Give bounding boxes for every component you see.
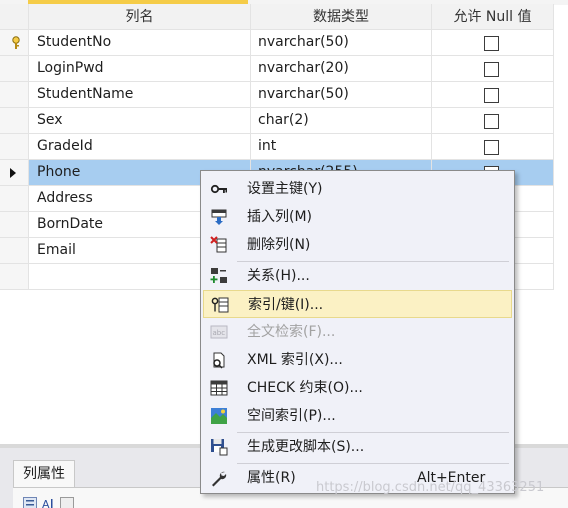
alphabetical-icon[interactable]: A: [41, 497, 55, 508]
menu-item-label: 空间索引(P)...: [247, 408, 336, 424]
allow-null-cell: [432, 30, 554, 56]
row-selector-header: [0, 4, 29, 30]
property-pages-icon[interactable]: [60, 497, 74, 508]
menu-item-insert-column[interactable]: 插入列(M): [203, 203, 512, 231]
svg-text:abc: abc: [213, 329, 226, 337]
relationships-icon: [210, 268, 227, 283]
table-row[interactable]: StudentName nvarchar(50): [0, 82, 568, 108]
allow-null-checkbox[interactable]: [484, 88, 499, 103]
row-selector[interactable]: [0, 238, 29, 264]
menu-item-label: 插入列(M): [247, 209, 313, 225]
watermark-text: https://blog.csdn.net/qq_43363251: [316, 480, 545, 495]
categorized-icon[interactable]: [23, 497, 37, 508]
menu-item-relationships[interactable]: 关系(H)...: [203, 262, 512, 290]
column-name-cell[interactable]: StudentName: [29, 82, 251, 108]
current-row-arrow-icon: [10, 168, 16, 178]
context-menu: 设置主键(Y) 插入列(M) 删除列(N) 关系(H)... 索引/键(I)..…: [200, 170, 515, 494]
row-selector[interactable]: [0, 30, 29, 56]
column-name-header: 列名: [29, 4, 251, 30]
menu-item-label: CHECK 约束(O)...: [247, 380, 363, 396]
primary-key-icon: [210, 184, 227, 194]
grid-header-row: 列名 数据类型 允许 Null 值: [0, 4, 568, 30]
insert-column-icon: [211, 209, 227, 225]
allow-null-checkbox[interactable]: [484, 36, 499, 51]
svg-text:A: A: [42, 498, 50, 508]
column-name-cell[interactable]: Sex: [29, 108, 251, 134]
menu-item-spatial-index[interactable]: 空间索引(P)...: [203, 402, 512, 430]
menu-item-check-constraint[interactable]: CHECK 约束(O)...: [203, 374, 512, 402]
properties-wrench-icon: [212, 471, 227, 487]
check-constraint-icon: [210, 380, 228, 396]
row-selector[interactable]: [0, 160, 29, 186]
row-selector[interactable]: [0, 82, 29, 108]
menu-item-label: 关系(H)...: [247, 268, 310, 284]
column-name-cell[interactable]: GradeId: [29, 134, 251, 160]
menu-item-indexes-keys[interactable]: 索引/键(I)...: [203, 290, 512, 318]
table-row[interactable]: StudentNo nvarchar(50): [0, 30, 568, 56]
menu-item-label: 删除列(N): [247, 237, 311, 253]
menu-item-label: 全文检索(F)...: [247, 324, 336, 340]
menu-item-label: 生成更改脚本(S)...: [247, 439, 365, 455]
row-selector[interactable]: [0, 134, 29, 160]
row-selector[interactable]: [0, 264, 29, 290]
row-selector[interactable]: [0, 186, 29, 212]
allow-null-checkbox[interactable]: [484, 114, 499, 129]
row-selector[interactable]: [0, 108, 29, 134]
data-type-cell[interactable]: nvarchar(50): [251, 82, 432, 108]
menu-item-set-primary-key[interactable]: 设置主键(Y): [203, 175, 512, 203]
spatial-index-icon: [211, 408, 227, 424]
allow-null-header: 允许 Null 值: [432, 4, 554, 30]
data-type-header: 数据类型: [251, 4, 432, 30]
column-name-cell[interactable]: StudentNo: [29, 30, 251, 56]
menu-item-generate-change-script[interactable]: 生成更改脚本(S)...: [203, 433, 512, 461]
menu-item-fulltext-index: abc 全文检索(F)...: [203, 318, 512, 346]
table-row[interactable]: LoginPwd nvarchar(20): [0, 56, 568, 82]
allow-null-cell: [432, 134, 554, 160]
table-row[interactable]: Sex char(2): [0, 108, 568, 134]
data-type-cell[interactable]: nvarchar(20): [251, 56, 432, 82]
indexes-keys-icon: [211, 297, 229, 313]
fulltext-index-icon: abc: [210, 325, 228, 339]
menu-item-xml-index[interactable]: XML 索引(X)...: [203, 346, 512, 374]
row-selector[interactable]: [0, 56, 29, 82]
menu-item-delete-column[interactable]: 删除列(N): [203, 231, 512, 259]
tab-column-properties[interactable]: 列属性: [13, 460, 75, 487]
menu-item-label: 属性(R): [247, 470, 296, 486]
allow-null-cell: [432, 56, 554, 82]
data-type-cell[interactable]: char(2): [251, 108, 432, 134]
generate-script-icon: [211, 439, 228, 456]
table-row[interactable]: GradeId int: [0, 134, 568, 160]
column-name-cell[interactable]: LoginPwd: [29, 56, 251, 82]
xml-index-icon: [213, 352, 225, 369]
delete-column-icon: [210, 236, 227, 253]
allow-null-cell: [432, 82, 554, 108]
menu-item-label: XML 索引(X)...: [247, 352, 343, 368]
menu-item-label: 索引/键(I)...: [248, 297, 324, 313]
primary-key-icon: [12, 36, 20, 49]
menu-item-label: 设置主键(Y): [247, 181, 323, 197]
allow-null-cell: [432, 108, 554, 134]
allow-null-checkbox[interactable]: [484, 62, 499, 77]
row-selector[interactable]: [0, 212, 29, 238]
data-type-cell[interactable]: nvarchar(50): [251, 30, 432, 56]
data-type-cell[interactable]: int: [251, 134, 432, 160]
allow-null-checkbox[interactable]: [484, 140, 499, 155]
